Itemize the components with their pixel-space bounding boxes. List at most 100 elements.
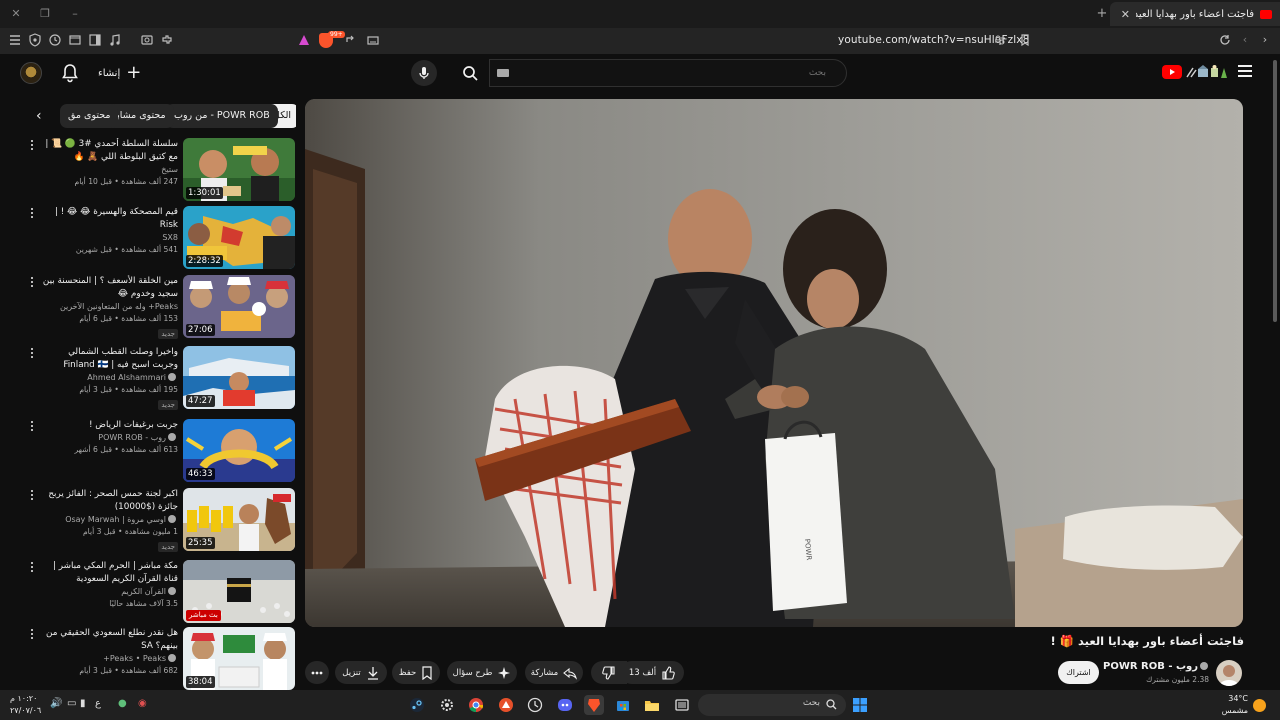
download-button[interactable]: تنزيل (335, 661, 387, 684)
shield-icon[interactable] (28, 33, 42, 47)
store-icon[interactable] (613, 695, 633, 715)
close-tab-icon[interactable]: ✕ (1121, 8, 1130, 21)
video-title[interactable]: واخيرا وصلت القطب الشمالي وجربت اسبح فيه… (40, 346, 178, 372)
volume-icon[interactable]: 🔊 (50, 698, 62, 709)
video-title[interactable]: مين الخلقة الأسعف ؟ | المنحسنة بين سجيد … (40, 275, 178, 301)
channel-name-main[interactable]: روب - POWR ROB (1100, 661, 1210, 672)
weather-widget[interactable]: 34°C مشمس (1218, 693, 1248, 717)
steam-icon[interactable] (407, 695, 427, 715)
browser-tab[interactable]: ✕ فاجئت أعضاء باور بهدايا العيد 🎁 ! (1110, 2, 1280, 26)
windows-start-icon[interactable] (850, 695, 870, 715)
music-icon[interactable] (108, 33, 122, 47)
screenshot-icon[interactable] (140, 33, 154, 47)
maximize-window-icon[interactable]: ❐ (37, 6, 53, 22)
video-title[interactable]: جربت برغيفات الرياض ! (40, 419, 178, 432)
more-actions-icon[interactable] (29, 562, 35, 574)
more-actions-button[interactable] (305, 661, 329, 684)
keyboard-icon[interactable] (497, 69, 509, 77)
search-box[interactable] (489, 59, 847, 87)
search-input[interactable] (490, 60, 846, 86)
clock-app-icon[interactable] (525, 695, 545, 715)
video-title[interactable]: قيم المصحكة والهسيرة 😂 😂 ! | Risk (40, 206, 178, 232)
video-title[interactable]: هل نقدر نطلع السعودي الحقيقي من بينهم؟ S… (40, 627, 178, 653)
voice-search-button[interactable] (411, 60, 437, 86)
related-video-item[interactable]: 1:30:01 سلسلة السلطة أحمدي #3 🟢 📜 | مع ك… (0, 138, 300, 202)
related-video-item[interactable]: 25:35 اكبر لجنة حمس الصحر : الفائز يربح … (0, 488, 300, 552)
close-window-icon[interactable]: ✕ (8, 6, 24, 22)
ask-button[interactable]: طرح سؤال (447, 661, 517, 684)
more-actions-icon[interactable] (29, 140, 35, 152)
channel-name[interactable]: روب - POWR ROB (40, 432, 178, 444)
battery-icon[interactable]: ▮ (80, 698, 86, 709)
account-avatar[interactable] (20, 62, 42, 84)
youtube-logo-icon[interactable] (1162, 65, 1182, 79)
share-page-icon[interactable] (343, 33, 357, 47)
bookmark-icon[interactable] (1018, 33, 1032, 47)
brave-rewards-icon[interactable] (299, 35, 309, 45)
discord-icon[interactable] (555, 695, 575, 715)
channel-name[interactable]: اوسي مروة | Osay Marwah (40, 514, 178, 526)
recording-tray-icon[interactable]: ◉ (138, 698, 147, 709)
dislike-button[interactable] (591, 661, 627, 684)
new-tab-button[interactable]: + (1094, 6, 1110, 22)
channel-name[interactable]: ستيخ (40, 164, 178, 176)
chrome-icon[interactable] (466, 695, 486, 715)
mic-tray-icon[interactable]: ● (118, 698, 127, 709)
more-actions-icon[interactable] (29, 208, 35, 220)
site-settings-icon[interactable] (993, 33, 1007, 47)
minimize-window-icon[interactable]: – (67, 6, 83, 22)
menu-icon[interactable] (8, 33, 22, 47)
keyboard-language[interactable]: ع (95, 698, 101, 709)
file-explorer-icon[interactable] (642, 695, 662, 715)
chip-more[interactable]: محتوى مق (60, 104, 119, 128)
extensions-icon[interactable] (160, 33, 174, 47)
related-video-item[interactable]: 46:33 جربت برغيفات الرياض ! روب - POWR R… (0, 419, 300, 483)
system-clock[interactable]: ١٠:٢٠ م ٢٧/٠٧/٠٦ (10, 693, 41, 717)
more-actions-icon[interactable] (29, 490, 35, 502)
more-actions-icon[interactable] (29, 421, 35, 433)
microphone-icon (419, 67, 429, 79)
settings-gear-icon[interactable] (437, 695, 457, 715)
search-button[interactable] (452, 60, 488, 86)
back-icon[interactable]: ‹ (1238, 33, 1252, 47)
channel-name[interactable]: SX8 (40, 232, 178, 244)
related-video-item[interactable]: 2:28:32 قيم المصحكة والهسيرة 😂 😂 ! | Ris… (0, 206, 300, 270)
forward-icon[interactable]: › (1258, 33, 1272, 47)
task-view-icon[interactable] (672, 695, 692, 715)
cast-icon[interactable] (366, 33, 380, 47)
subscribe-button[interactable]: اشتراك (1058, 661, 1099, 684)
video-title[interactable]: اكبر لجنة حمس الصحر : الفائز يربح جائزة … (40, 488, 178, 514)
page-scrollbar[interactable] (1273, 60, 1277, 322)
related-video-item[interactable]: 27:06 مين الخلقة الأسعف ؟ | المنحسنة بين… (0, 275, 300, 339)
related-video-item[interactable]: 47:27 واخيرا وصلت القطب الشمالي وجربت اس… (0, 346, 300, 410)
share-button[interactable]: مشاركة (525, 661, 583, 684)
channel-name[interactable]: Peaks+ وله من المتعاونين الآخرين (40, 301, 178, 313)
more-actions-icon[interactable] (29, 277, 35, 289)
taskbar-search-box[interactable]: بحث (698, 694, 846, 716)
like-button[interactable]: 13 ألف (620, 661, 684, 684)
channel-name[interactable]: القرآن الكريم (40, 586, 178, 598)
reload-icon[interactable] (1218, 33, 1232, 47)
history-icon[interactable] (48, 33, 62, 47)
more-actions-icon[interactable] (29, 348, 35, 360)
youtube-doodle-logo[interactable] (1185, 64, 1229, 80)
channel-avatar[interactable] (1216, 660, 1242, 686)
related-video-item[interactable]: بث مباشر مكة مباشر | الحرم المكي مباشر |… (0, 560, 300, 624)
tabs-icon[interactable] (68, 33, 82, 47)
create-button[interactable]: إنشاء + (98, 63, 141, 83)
sidebar-icon[interactable] (88, 33, 102, 47)
notifications-bell-icon[interactable] (61, 63, 79, 83)
game-launcher-icon[interactable] (496, 695, 516, 715)
more-actions-icon[interactable] (29, 629, 35, 641)
guide-menu-icon[interactable] (1238, 65, 1252, 79)
network-icon[interactable]: ▭ (67, 698, 76, 709)
video-title[interactable]: مكة مباشر | الحرم المكي مباشر | قناة الق… (40, 560, 178, 586)
brave-browser-icon[interactable] (584, 695, 604, 715)
save-button[interactable]: حفظ (392, 661, 440, 684)
chip-from-channel[interactable]: من روب - POWR ROB (166, 104, 278, 128)
video-title[interactable]: سلسلة السلطة أحمدي #3 🟢 📜 | مع كتيق البل… (40, 138, 178, 164)
channel-name[interactable]: Ahmed Alshammari (40, 372, 178, 384)
channel-name[interactable]: Peaks • Peaks+ (40, 653, 178, 665)
related-video-item[interactable]: 38:04 هل نقدر نطلع السعودي الحقيقي من بي… (0, 627, 300, 691)
video-player[interactable]: POWR (305, 99, 1243, 627)
